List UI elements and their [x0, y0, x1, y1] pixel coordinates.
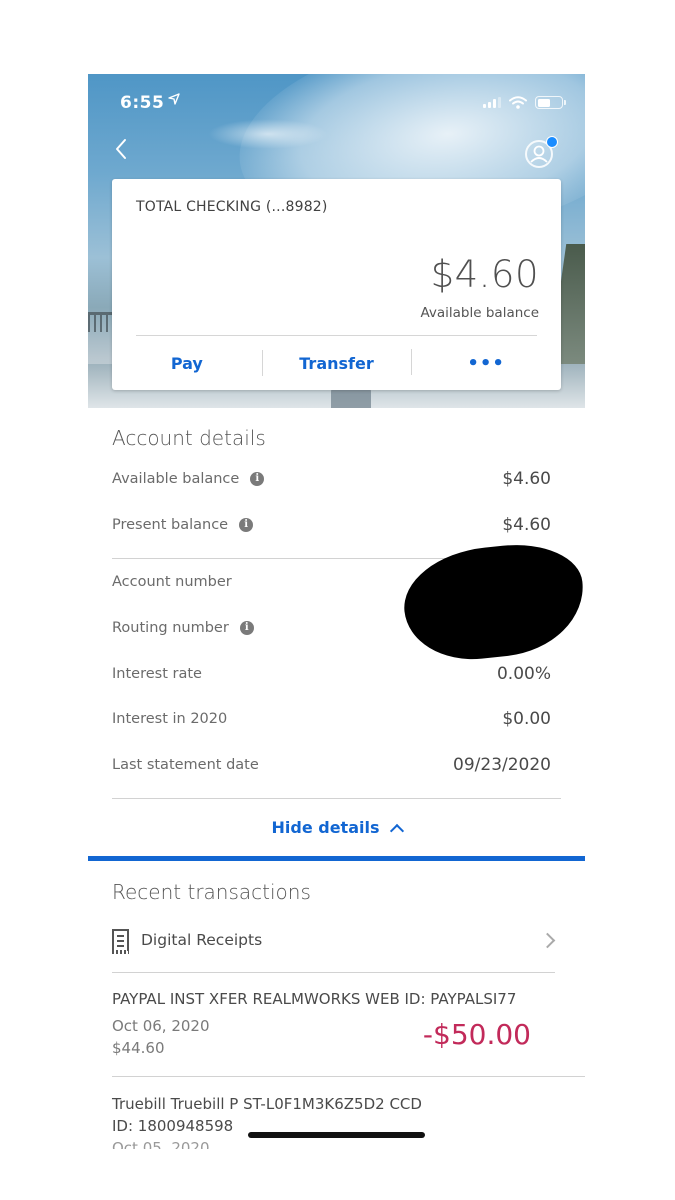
transaction-amount: -$50.00: [422, 1018, 531, 1051]
transaction-row[interactable]: PAYPAL INST XFER REALMWORKS WEB ID: PAYP…: [112, 988, 561, 1059]
detail-label: Present balance: [112, 517, 229, 533]
detail-value: 09/23/2020: [453, 755, 551, 775]
info-icon[interactable]: i: [250, 472, 265, 486]
detail-value: $4.60: [502, 469, 551, 489]
chevron-up-icon: [389, 823, 404, 839]
receipt-icon: [112, 929, 129, 954]
more-options-button[interactable]: •••: [411, 348, 561, 375]
pier-decoration: [88, 312, 114, 332]
detail-label: Available balance: [112, 471, 240, 487]
detail-value: $4.60: [502, 515, 551, 535]
battery-icon: [535, 96, 566, 109]
chevron-right-icon: [539, 932, 556, 948]
detail-value: 0.00%: [496, 664, 551, 684]
account-details-heading: Account details: [112, 426, 266, 450]
balance-label: Available balance: [420, 305, 539, 321]
status-time: 6:55: [120, 93, 165, 113]
cloud-decoration: [208, 119, 328, 149]
account-summary-card: TOTAL CHECKING (...8982) $4.60 Available…: [112, 179, 561, 390]
info-icon[interactable]: i: [239, 518, 254, 532]
wifi-icon: [509, 96, 527, 109]
detail-row-available-balance: Available balance i $4.60: [112, 467, 551, 491]
back-button[interactable]: [114, 138, 128, 160]
account-actions: Pay Transfer •••: [112, 336, 561, 390]
digital-receipts-link[interactable]: Digital Receipts: [112, 926, 557, 954]
hide-details-label: Hide details: [271, 818, 380, 837]
hero-background-image: 6:55 TOTAL CHECKING (...8982) $4.60 Avai…: [88, 74, 585, 408]
digital-receipts-label: Digital Receipts: [141, 931, 263, 949]
detail-row-last-statement-date: Last statement date 09/23/2020: [112, 753, 551, 777]
divider: [112, 798, 561, 799]
detail-row-interest-rate: Interest rate 0.00%: [112, 662, 551, 686]
detail-label: Interest rate: [112, 666, 202, 682]
detail-label: Account number: [112, 574, 232, 590]
detail-label: Routing number: [112, 620, 229, 636]
transaction-date: Oct 05, 2020: [112, 1141, 561, 1149]
detail-label: Interest in 2020: [112, 711, 228, 727]
recent-transactions-heading: Recent transactions: [112, 880, 311, 904]
section-accent-bar: [88, 856, 585, 861]
transaction-row[interactable]: Truebill Truebill P ST-L0F1M3K6Z5D2 CCD …: [112, 1093, 561, 1149]
notification-badge: [546, 136, 558, 148]
account-title: TOTAL CHECKING (...8982): [136, 199, 328, 215]
detail-label: Last statement date: [112, 757, 259, 773]
location-arrow-icon: [168, 93, 180, 109]
transfer-button[interactable]: Transfer: [261, 349, 412, 376]
transaction-description: Truebill Truebill P ST-L0F1M3K6Z5D2 CCD: [112, 1095, 422, 1113]
transaction-description: PAYPAL INST XFER REALMWORKS WEB ID: PAYP…: [112, 990, 517, 1008]
status-icons: [483, 96, 566, 109]
detail-value: $0.00: [502, 709, 551, 729]
account-balance: $4.60: [430, 253, 539, 296]
phone-screen: 6:55 TOTAL CHECKING (...8982) $4.60 Avai…: [88, 74, 585, 1150]
home-indicator[interactable]: [248, 1132, 425, 1138]
divider: [112, 1076, 585, 1077]
hide-details-button[interactable]: Hide details: [88, 818, 585, 839]
detail-row-present-balance: Present balance i $4.60: [112, 513, 551, 537]
divider: [112, 972, 555, 973]
cellular-signal-icon: [483, 97, 501, 108]
info-icon[interactable]: i: [239, 621, 254, 635]
pay-button[interactable]: Pay: [112, 354, 262, 373]
detail-row-interest-ytd: Interest in 2020 $0.00: [112, 707, 551, 731]
